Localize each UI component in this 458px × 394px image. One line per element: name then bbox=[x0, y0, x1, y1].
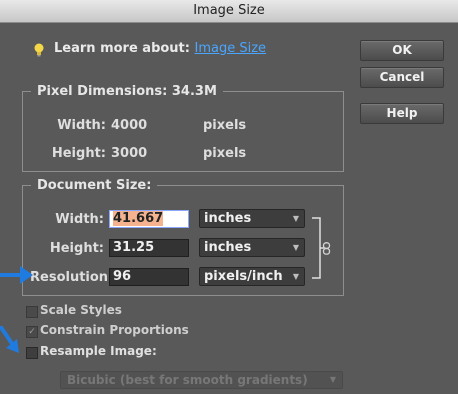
resample-method-select[interactable]: Bicubic (best for smooth gradients) ▼ bbox=[60, 371, 343, 389]
resolution-value: 96 bbox=[113, 269, 132, 284]
scale-styles-checkbox[interactable] bbox=[26, 306, 38, 318]
constrain-proportions-label: Constrain Proportions bbox=[40, 323, 189, 337]
resample-image-checkbox[interactable] bbox=[26, 347, 38, 359]
resolution-unit: pixels/inch bbox=[204, 269, 283, 284]
checkmark-icon: ✓ bbox=[28, 327, 36, 337]
doc-height-input[interactable]: 31.25 bbox=[109, 239, 189, 257]
resolution-unit-select[interactable]: pixels/inch ▼ bbox=[199, 267, 305, 286]
doc-width-input[interactable]: 41.667 bbox=[109, 210, 189, 228]
learn-more-text: Learn more about: Image Size bbox=[54, 41, 266, 56]
pixel-height-value: 3000 bbox=[111, 146, 148, 161]
doc-height-value: 31.25 bbox=[113, 240, 155, 255]
pixel-height-unit: pixels bbox=[203, 146, 247, 161]
lightbulb-icon bbox=[34, 43, 44, 57]
doc-height-unit: inches bbox=[204, 240, 252, 255]
pixel-dimensions-legend: Pixel Dimensions: 34.3M bbox=[37, 84, 217, 99]
annotation-arrow-resample bbox=[0, 326, 19, 353]
resolution-input[interactable]: 96 bbox=[109, 268, 189, 286]
constrain-proportions-checkbox[interactable]: ✓ bbox=[26, 326, 38, 338]
dropdown-arrow-icon: ▼ bbox=[292, 243, 299, 252]
dropdown-arrow-icon: ▼ bbox=[292, 272, 299, 281]
learn-more-prefix: Learn more about: bbox=[54, 41, 190, 56]
resolution-label: Resolution: bbox=[30, 270, 114, 285]
dropdown-arrow-icon: ▼ bbox=[329, 375, 336, 384]
window-title: Image Size bbox=[193, 3, 265, 18]
resample-method-value: Bicubic (best for smooth gradients) bbox=[67, 373, 308, 387]
window-titlebar: Image Size bbox=[0, 0, 458, 23]
dropdown-arrow-icon: ▼ bbox=[292, 214, 299, 223]
pixel-width-label: Width: bbox=[57, 118, 106, 133]
resample-image-label: Resample Image: bbox=[40, 344, 157, 358]
ok-button[interactable]: OK bbox=[360, 40, 444, 61]
chain-link-icon bbox=[322, 242, 331, 255]
doc-width-value: 41.667 bbox=[113, 211, 164, 226]
help-button[interactable]: Help bbox=[360, 103, 444, 124]
doc-width-unit-select[interactable]: inches ▼ bbox=[199, 209, 305, 228]
doc-height-unit-select[interactable]: inches ▼ bbox=[199, 238, 305, 257]
pixel-width-value: 4000 bbox=[111, 118, 148, 133]
pixel-width-unit: pixels bbox=[203, 118, 247, 133]
pixel-height-label: Height: bbox=[51, 146, 106, 161]
doc-width-label: Width: bbox=[55, 212, 104, 227]
image-size-help-link[interactable]: Image Size bbox=[195, 41, 267, 56]
cancel-button[interactable]: Cancel bbox=[360, 67, 444, 88]
doc-height-label: Height: bbox=[49, 241, 104, 256]
scale-styles-label: Scale Styles bbox=[40, 303, 122, 317]
annotation-arrow-resolution bbox=[0, 266, 33, 284]
document-size-legend: Document Size: bbox=[37, 178, 152, 193]
doc-width-unit: inches bbox=[204, 211, 252, 226]
